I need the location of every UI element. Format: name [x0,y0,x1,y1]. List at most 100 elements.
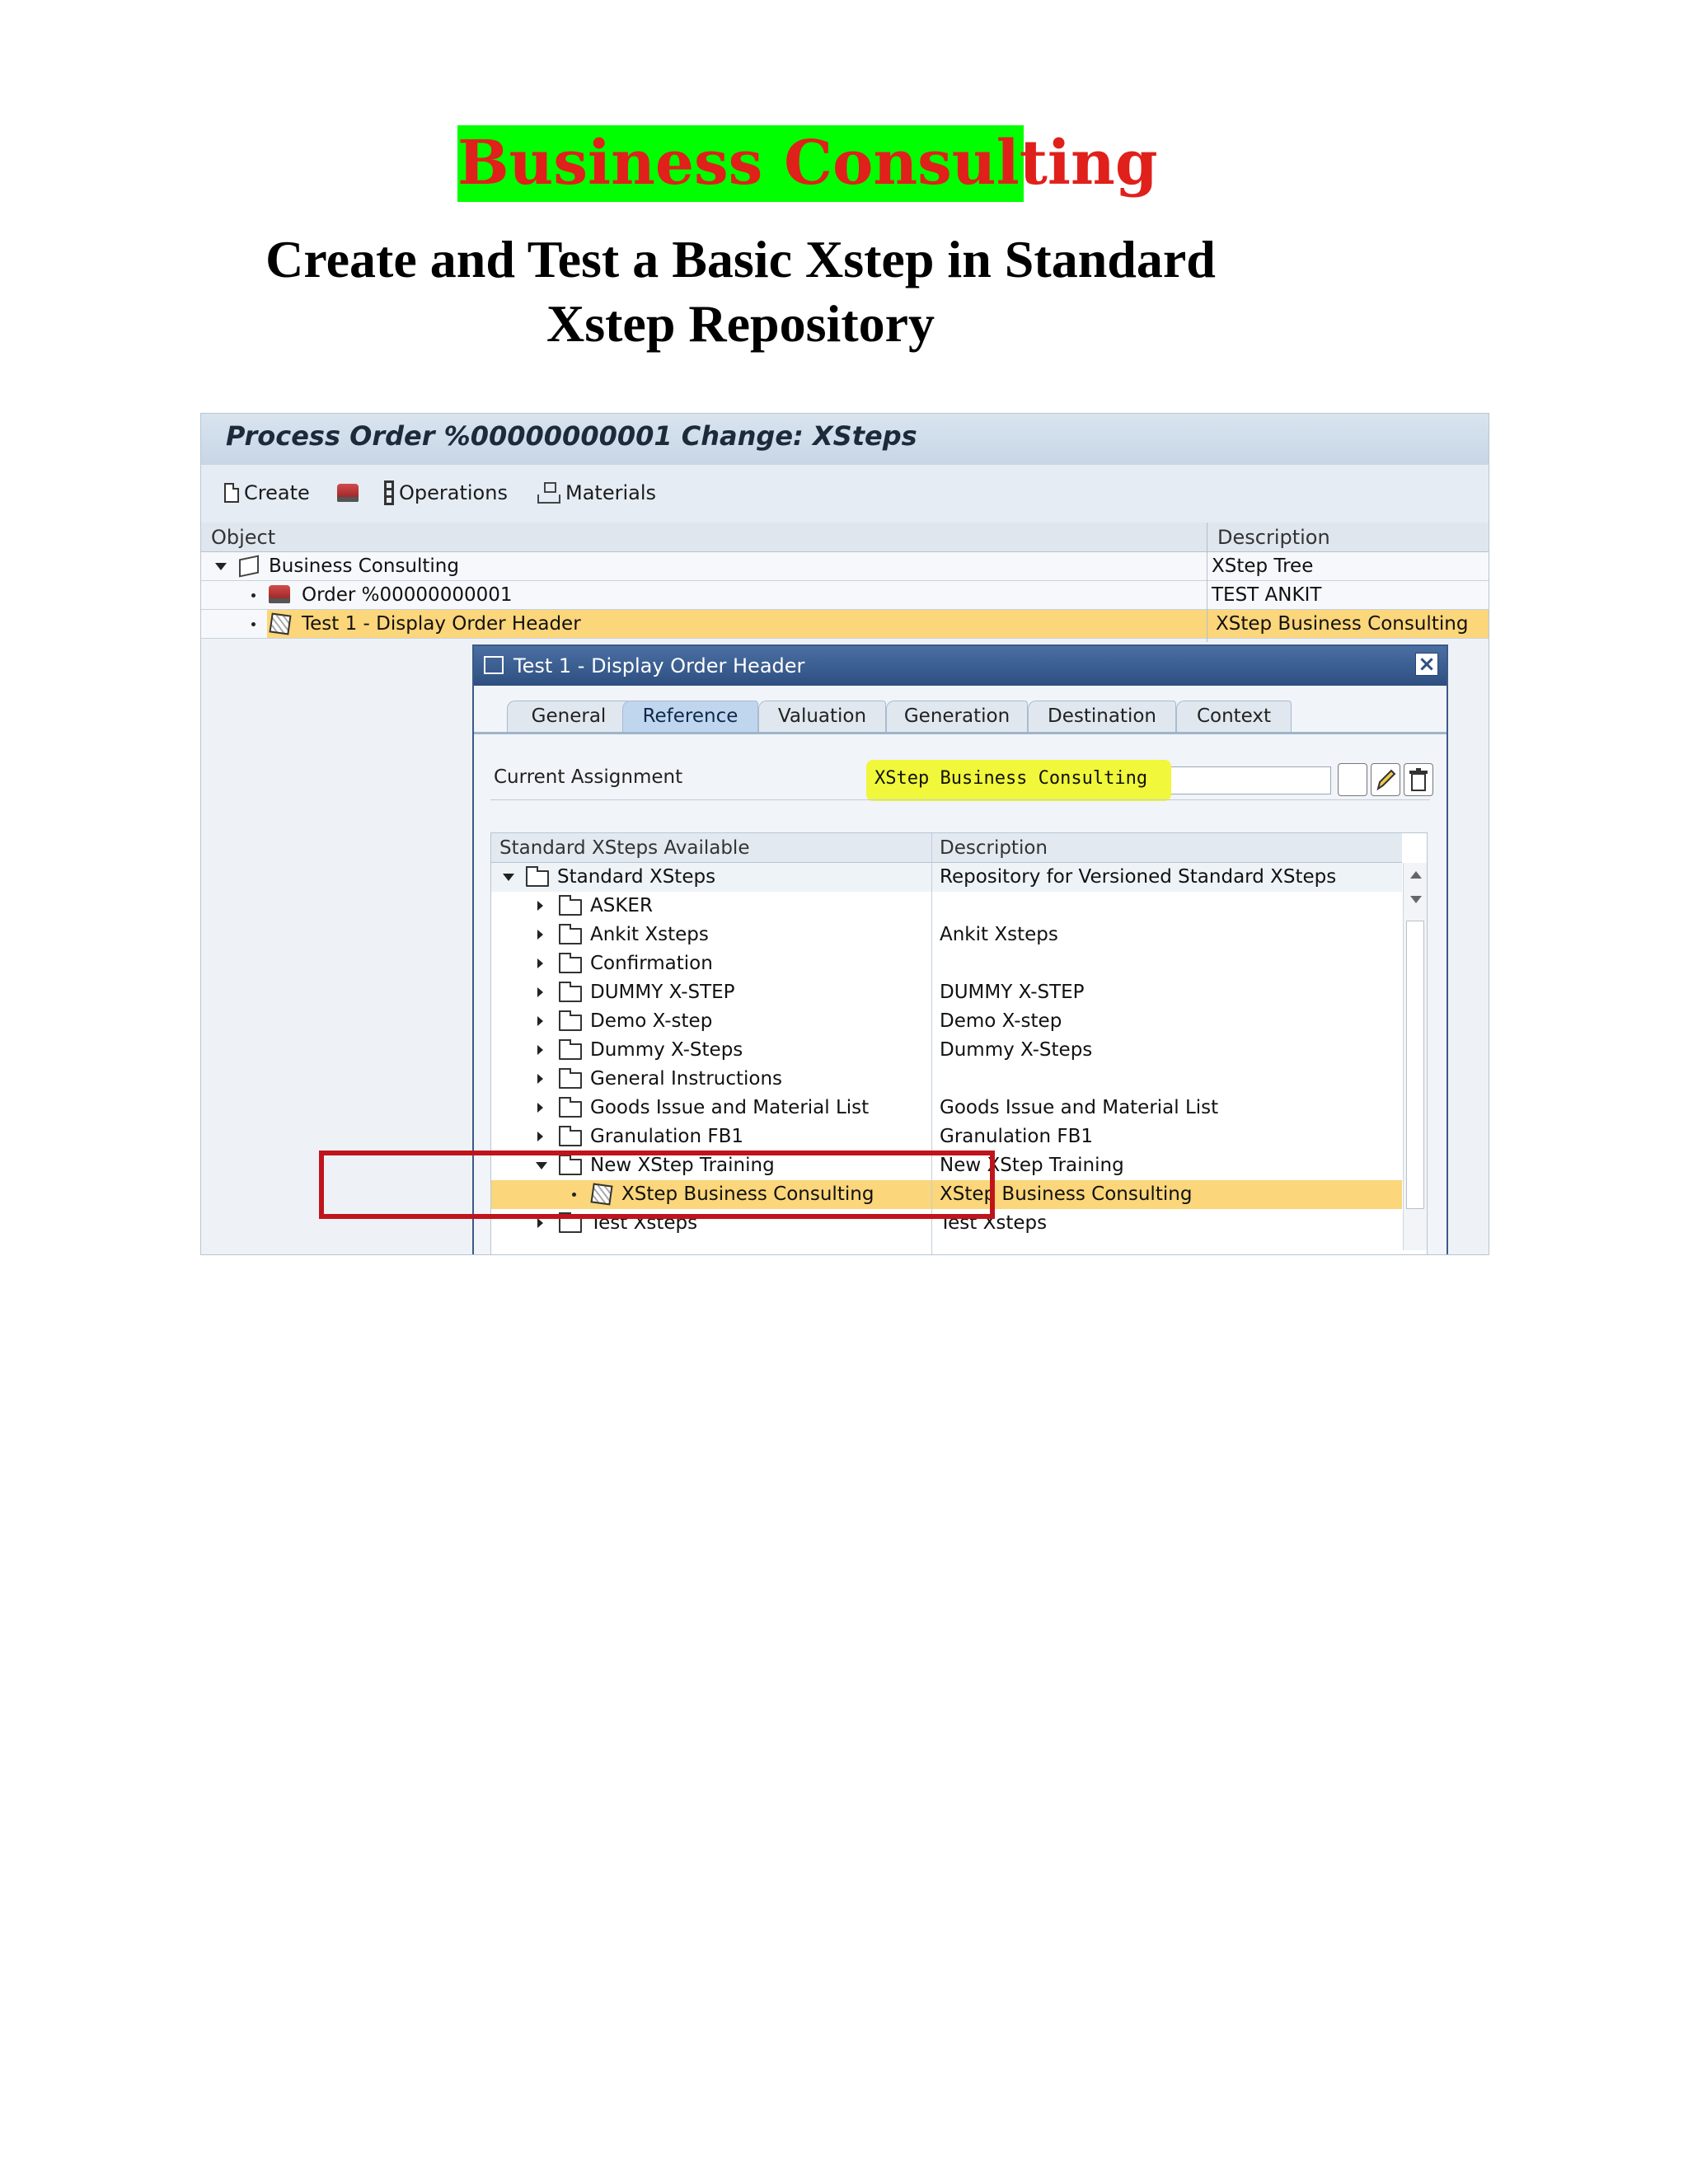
folder-icon [559,1010,582,1031]
column-header-available[interactable]: Standard XSteps Available [491,833,931,863]
operations-label: Operations [399,481,508,504]
list-item-description: Dummy X-Steps [940,1039,1093,1061]
expand-down-icon[interactable] [503,874,514,881]
document-title-line-1: Create and Test a Basic Xstep in Standar… [265,230,1216,288]
tab-context[interactable]: Context [1176,701,1292,732]
scroll-down-icon[interactable] [1410,896,1422,903]
list-item[interactable]: Granulation FB1 Granulation FB1 [491,1122,1402,1151]
list-item[interactable]: DUMMY X-STEP DUMMY X-STEP [491,978,1402,1007]
materials-icon [537,482,560,504]
tree-row-label: Order %00000000001 [302,584,513,606]
edit-window-icon [484,656,504,674]
expand-right-icon[interactable] [537,958,543,968]
folder-icon [559,924,582,944]
new-document-icon[interactable] [1338,763,1367,796]
list-item-label: General Instructions [590,1068,783,1090]
dialog-tabs: General Reference Valuation Generation D… [474,696,1447,734]
folder-icon [559,1212,582,1233]
folder-icon [559,1126,582,1146]
order-icon [337,484,359,502]
tree-row-description: XStep Tree [1212,555,1314,577]
list-item-description: Granulation FB1 [940,1126,1094,1147]
xstep-tree-icon [239,555,259,578]
create-button[interactable]: Create [224,479,310,507]
list-item[interactable]: Dummy X-Steps Dummy X-Steps [491,1036,1402,1065]
list-item-description: Demo X-step [940,1010,1062,1032]
expand-right-icon[interactable] [537,901,543,911]
list-item-description: Goods Issue and Material List [940,1097,1219,1118]
tab-general[interactable]: General [507,701,631,732]
annotation-red-box [319,1151,995,1219]
operations-button[interactable]: Operations [384,479,508,507]
list-item-label: Dummy X-Steps [590,1039,743,1061]
expand-right-icon[interactable] [537,1045,543,1055]
expand-right-icon[interactable] [537,1074,543,1084]
list-item-description: Ankit Xsteps [940,924,1058,945]
list-item[interactable]: Goods Issue and Material List Goods Issu… [491,1094,1402,1122]
list-item-standard-xsteps[interactable]: Standard XSteps Repository for Versioned… [491,863,1402,892]
tab-reference[interactable]: Reference [622,701,758,732]
xstep-icon [269,612,292,635]
bullet-icon [251,622,256,626]
materials-button[interactable]: Materials [537,479,656,507]
tree-row-description: XStep Business Consulting [1216,613,1469,635]
list-item-label: DUMMY X-STEP [590,982,735,1003]
list-item-label: Confirmation [590,953,713,974]
dialog-title: Test 1 - Display Order Header [513,654,805,677]
expand-right-icon[interactable] [537,1103,543,1113]
trash-icon[interactable] [1404,763,1433,796]
toolbar: Create Operations Materials [201,465,1489,523]
list-item-label: Goods Issue and Material List [590,1097,870,1118]
list-item-label: Granulation FB1 [590,1126,744,1147]
expand-right-icon[interactable] [537,1218,543,1228]
column-header-description[interactable]: Description [931,833,1402,863]
new-document-icon [224,483,239,503]
list-item[interactable]: Demo X-step Demo X-step [491,1007,1402,1036]
folder-icon [559,895,582,916]
separator-line [490,799,1430,800]
tab-valuation[interactable]: Valuation [758,701,886,732]
list-item[interactable]: Confirmation [491,949,1402,978]
list-item-label: ASKER [590,895,653,916]
list-item[interactable]: General Instructions [491,1065,1402,1094]
list-item[interactable]: ASKER [491,892,1402,921]
scrollbar-thumb[interactable] [1406,921,1424,1209]
materials-label: Materials [565,481,657,504]
current-assignment-label: Current Assignment [494,766,683,788]
close-button[interactable]: × [1415,653,1438,676]
tree-row-test-1[interactable]: Test 1 - Display Order Header XStep Busi… [201,610,1489,639]
column-header-object[interactable]: Object [201,523,1207,552]
bullet-icon [251,593,256,598]
tab-generation[interactable]: Generation [886,701,1028,732]
window-title: Process Order %00000000001 Change: XStep… [226,420,917,452]
folder-icon [559,982,582,1002]
document-title-line-2: Xstep Repository [546,294,935,353]
list-item-label: Standard XSteps [557,866,716,888]
list-item[interactable]: Ankit Xsteps Ankit Xsteps [491,921,1402,949]
window-title-bar: Process Order %00000000001 Change: XStep… [201,414,1489,466]
folder-icon [559,1097,582,1118]
tree-row-business-consulting[interactable]: Business Consulting XStep Tree [201,552,1489,581]
list-item-description: DUMMY X-STEP [940,982,1085,1003]
pencil-icon[interactable] [1371,763,1400,796]
expand-right-icon[interactable] [537,1132,543,1141]
tree-row-description: TEST ANKIT [1212,584,1322,606]
order-icon [269,585,290,603]
sap-screenshot: Process Order %00000000001 Change: XStep… [200,413,1489,1255]
document-title: Create and Test a Basic Xstep in Standar… [0,227,1481,356]
tab-destination[interactable]: Destination [1028,701,1176,732]
expand-down-icon[interactable] [215,563,227,570]
order-button[interactable] [337,479,359,507]
list-item-description: Repository for Versioned Standard XSteps [940,866,1337,888]
list-item-label: Ankit Xsteps [590,924,709,945]
column-header-description[interactable]: Description [1207,523,1489,552]
vertical-scrollbar[interactable] [1403,863,1427,1250]
expand-right-icon[interactable] [537,987,543,997]
expand-right-icon[interactable] [537,1016,543,1026]
current-assignment-value: XStep Business Consulting [874,768,1148,789]
scroll-up-icon[interactable] [1410,871,1422,879]
dialog-title-bar: Test 1 - Display Order Header × [474,646,1447,686]
expand-right-icon[interactable] [537,930,543,940]
operations-icon [384,480,394,505]
tree-row-order[interactable]: Order %00000000001 TEST ANKIT [201,581,1489,610]
